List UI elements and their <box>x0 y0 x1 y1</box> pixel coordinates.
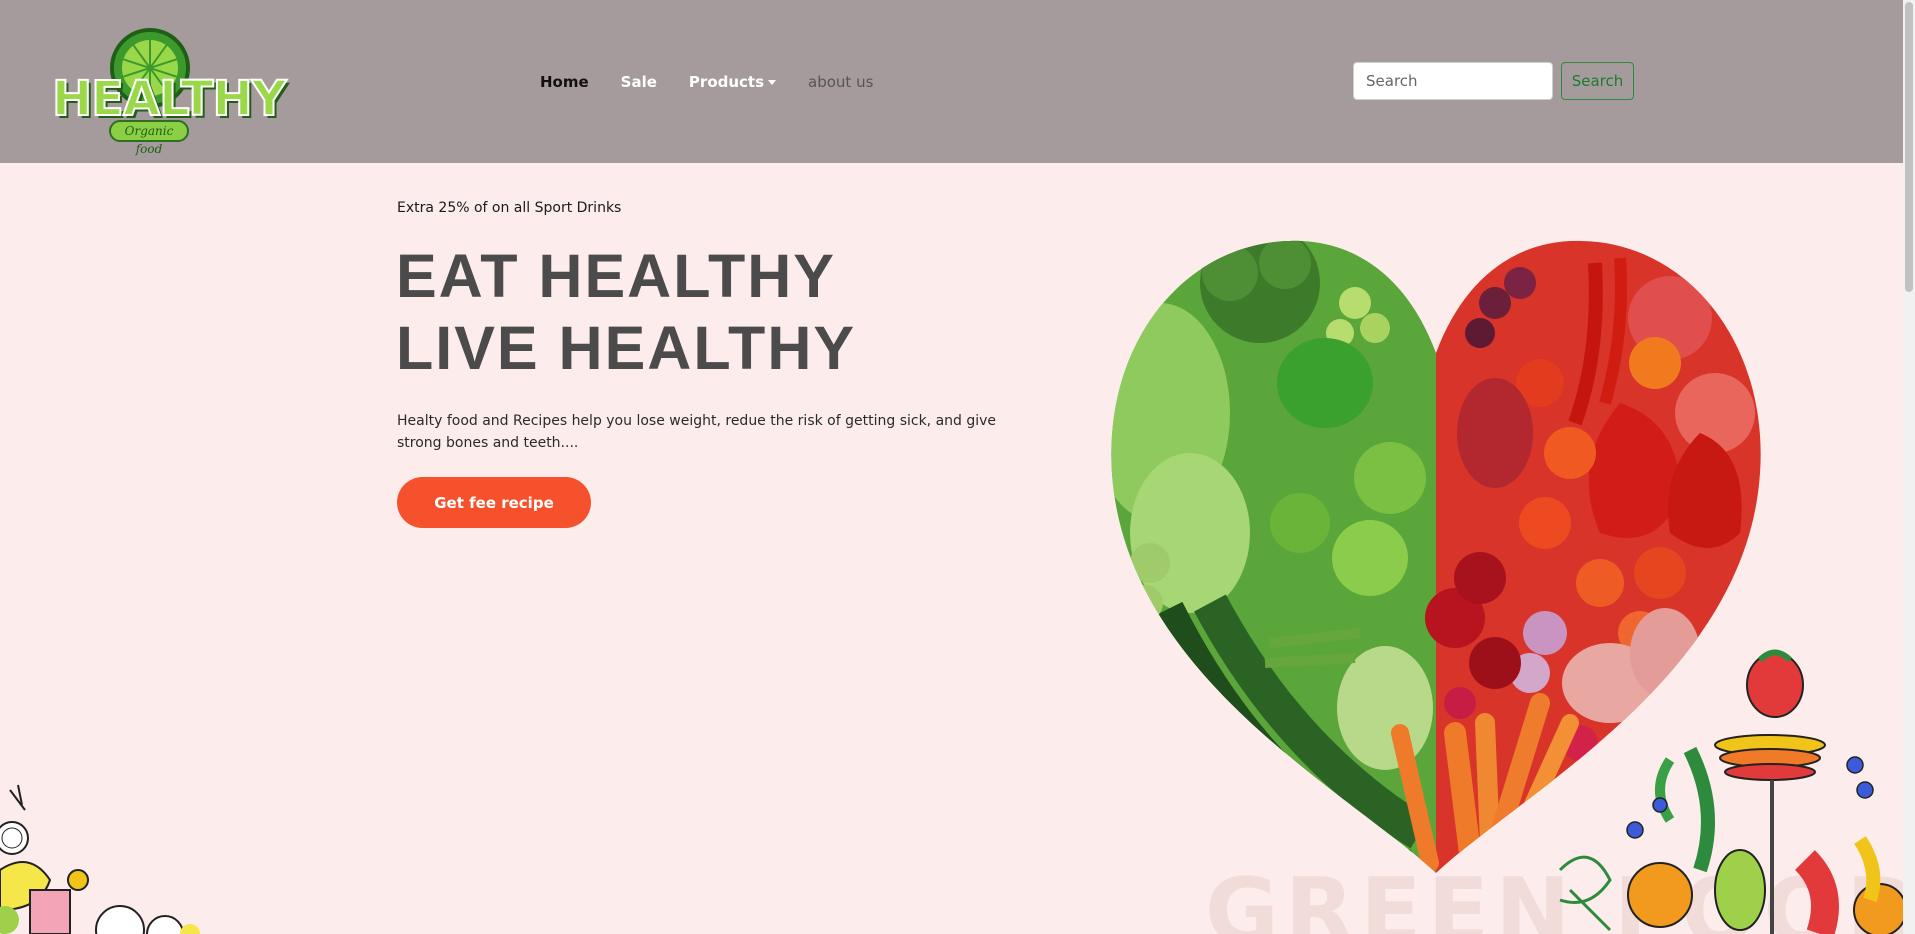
hero-headline: EAT HEALTHY LIVE HEALTHY <box>396 240 856 384</box>
nav-home-link[interactable]: Home <box>540 70 589 94</box>
logo-word: HEALTHY <box>51 71 287 127</box>
scrollbar-thumb[interactable] <box>1905 2 1913 292</box>
main-nav: Home Sale Products about us <box>540 70 905 94</box>
logo-tagline: Organic food <box>109 120 189 156</box>
hero-description: Healty food and Recipes help you lose we… <box>397 413 997 451</box>
nav-about-link[interactable]: about us <box>808 70 873 94</box>
navbar: HEALTHY Organic food Home Sale Products … <box>0 0 1903 163</box>
promo-text: Extra 25% of on all Sport Drinks <box>397 200 622 216</box>
search-button[interactable]: Search <box>1561 62 1634 100</box>
search-input[interactable] <box>1353 62 1553 100</box>
food-doodles-left-illustration <box>0 784 200 934</box>
headline-line-1: EAT HEALTHY <box>396 242 836 310</box>
vertical-scrollbar[interactable] <box>1903 0 1915 934</box>
healthy-logo[interactable]: HEALTHY Organic food <box>51 28 287 156</box>
headline-line-2: LIVE HEALTHY <box>396 314 857 382</box>
nav-sale-link[interactable]: Sale <box>621 70 657 94</box>
nav-products-dropdown[interactable]: Products <box>688 70 777 94</box>
get-free-recipe-button[interactable]: Get fee recipe <box>397 477 591 528</box>
nav-products-label: Products <box>688 73 765 91</box>
caret-down-icon <box>768 79 777 85</box>
food-doodles-illustration <box>1558 649 1903 934</box>
